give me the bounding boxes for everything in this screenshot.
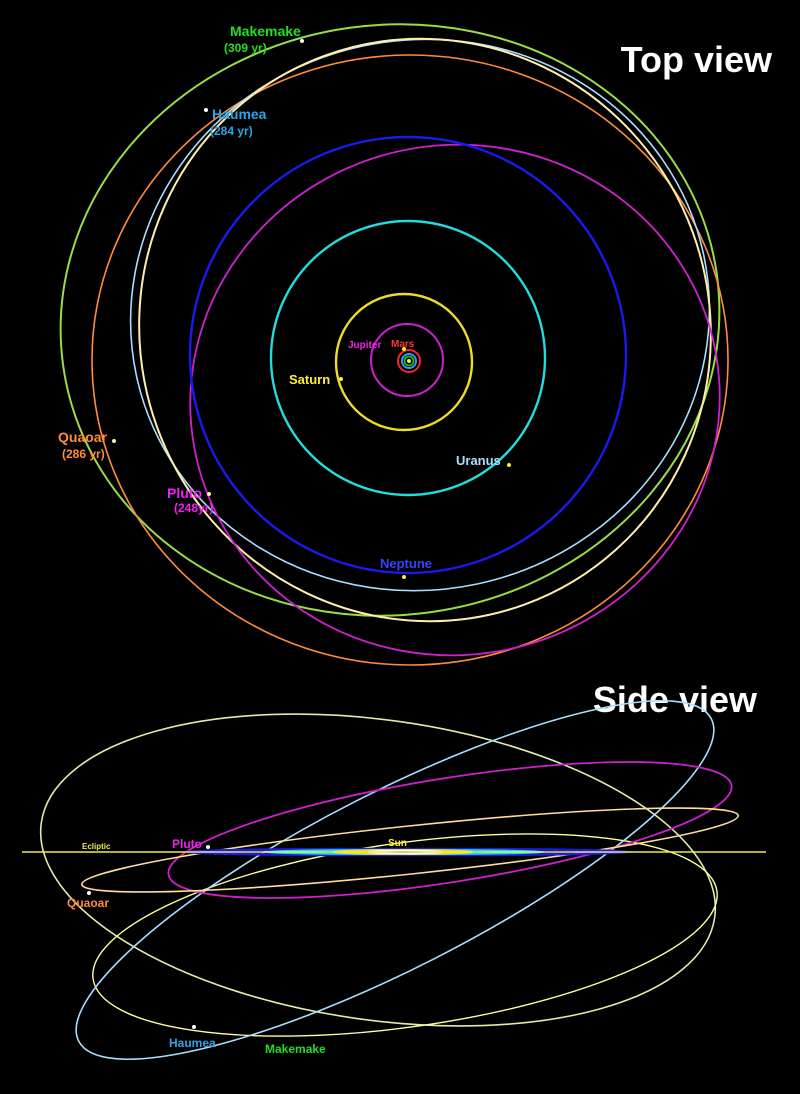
uranus-label: Uranus bbox=[456, 453, 501, 468]
quaoar-side-label: Quaoar bbox=[67, 896, 109, 910]
neptune-label: Neptune bbox=[380, 556, 432, 571]
haumea-label: Haumea bbox=[212, 106, 267, 122]
makemake-side-label: Makemake bbox=[265, 1042, 326, 1056]
ecliptic-label: Ecliptic bbox=[82, 842, 111, 851]
sun-dot bbox=[407, 359, 411, 363]
makemake-period: (309 yr) bbox=[224, 41, 267, 55]
haumea-side-dot bbox=[192, 1025, 196, 1029]
pluto-period: (248yr) bbox=[174, 501, 213, 515]
makemake-dot bbox=[300, 39, 304, 43]
pluto-side-dot bbox=[206, 845, 210, 849]
pluto-side-label: Pluto bbox=[172, 837, 202, 851]
background bbox=[0, 0, 800, 1094]
makemake-label: Makemake bbox=[230, 23, 301, 39]
sun-side-label: Sun bbox=[388, 838, 407, 849]
saturn-label: Saturn bbox=[289, 372, 330, 387]
neptune-dot bbox=[402, 575, 406, 579]
pluto-label: Pluto bbox=[167, 485, 202, 501]
haumea-period: (284 yr) bbox=[210, 124, 253, 138]
haumea-side-label: Haumea bbox=[169, 1036, 216, 1050]
jupiter-label: Jupiter bbox=[348, 340, 381, 351]
uranus-dot bbox=[507, 463, 511, 467]
top-view-heading: Top view bbox=[621, 39, 773, 80]
quaoar-side-dot bbox=[87, 891, 91, 895]
haumea-dot bbox=[204, 108, 208, 112]
quaoar-dot bbox=[112, 439, 116, 443]
pluto-dot bbox=[207, 492, 211, 496]
quaoar-period: (286 yr) bbox=[62, 447, 105, 461]
saturn-dot bbox=[339, 377, 343, 381]
orbit-diagram: Top view Makemake (309 yr) Haumea (284 y… bbox=[0, 0, 800, 1094]
mars-label: Mars bbox=[391, 339, 415, 350]
side-view-heading: Side view bbox=[593, 679, 758, 720]
quaoar-label: Quaoar bbox=[58, 429, 108, 445]
